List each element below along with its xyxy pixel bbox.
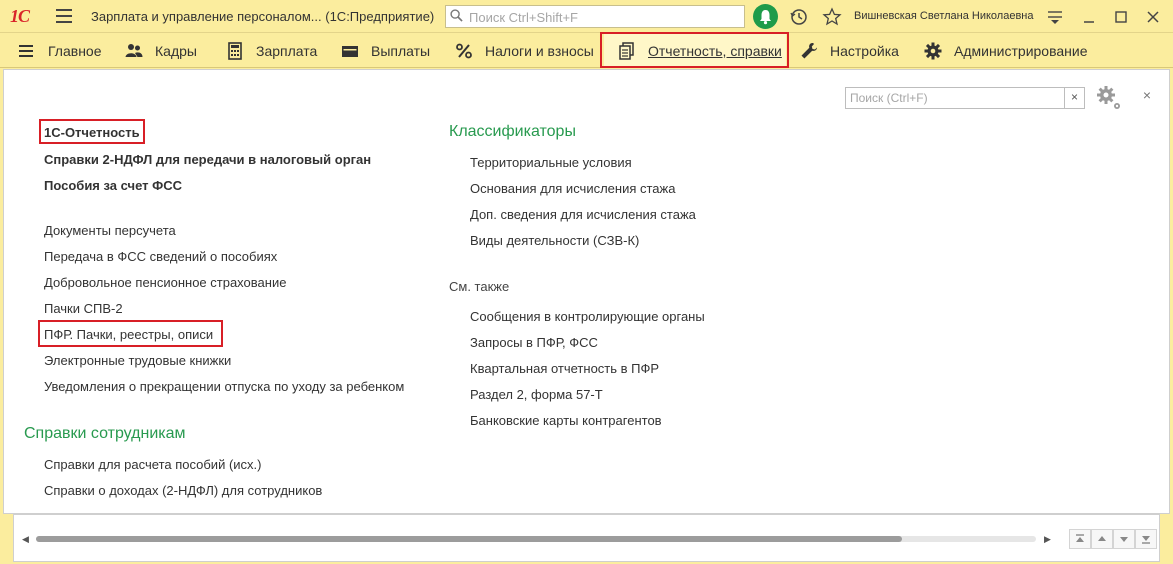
section-admin[interactable]: Администрирование: [924, 33, 1088, 68]
wrench-icon: [801, 42, 817, 58]
link-fss-benefits[interactable]: Пособия за счет ФСС: [44, 178, 182, 193]
nav-next-button[interactable]: [1113, 529, 1135, 549]
global-search-input[interactable]: Поиск Ctrl+Shift+F: [445, 5, 745, 28]
link-territorial-conditions[interactable]: Территориальные условия: [470, 155, 632, 170]
link-spv2-packs[interactable]: Пачки СПВ-2: [44, 301, 123, 316]
nav-prev-button[interactable]: [1091, 529, 1113, 549]
section-panel: Поиск (Ctrl+F) × × 1С-Отчетность Справки…: [3, 69, 1170, 514]
last-page-icon: [1142, 536, 1150, 544]
link-personnel-docs[interactable]: Документы персучета: [44, 223, 176, 238]
maximize-icon[interactable]: [1111, 7, 1131, 27]
link-seniority-extra[interactable]: Доп. сведения для исчисления стажа: [470, 207, 696, 222]
link-bank-cards[interactable]: Банковские карты контрагентов: [470, 413, 662, 428]
first-page-icon: [1076, 534, 1084, 542]
see-also-header: См. также: [449, 279, 510, 294]
close-panel-button[interactable]: ×: [1140, 88, 1154, 102]
link-leave-termination[interactable]: Уведомления о прекращении отпуска по ухо…: [44, 379, 404, 394]
main-menu-icon[interactable]: [56, 9, 72, 23]
horizontal-scrollbar-track[interactable]: [36, 536, 1036, 542]
link-seniority-grounds[interactable]: Основания для исчисления стажа: [470, 181, 675, 196]
global-search-placeholder: Поиск Ctrl+Shift+F: [469, 10, 578, 25]
window-settings-icon[interactable]: [1045, 7, 1065, 27]
link-benefit-refs[interactable]: Справки для расчета пособий (исх.): [44, 457, 261, 472]
nav-last-button[interactable]: [1135, 529, 1157, 549]
section-taxes[interactable]: Налоги и взносы: [455, 33, 594, 68]
people-icon: [125, 43, 143, 57]
link-1c-reporting[interactable]: 1С-Отчетность: [44, 125, 140, 140]
link-pfr-fss-requests[interactable]: Запросы в ПФР, ФСС: [470, 335, 598, 350]
sections-bar: Главное Кадры Зарплата Выплаты Налоги и …: [0, 33, 1173, 68]
app-logo: 1С: [10, 6, 30, 26]
section-label: Администрирование: [954, 42, 1088, 59]
prev-page-icon: [1098, 536, 1106, 541]
nav-first-button[interactable]: [1069, 529, 1091, 549]
section-hr[interactable]: Кадры: [125, 33, 197, 68]
link-quarterly-pfr[interactable]: Квартальная отчетность в ПФР: [470, 361, 659, 376]
link-pfr-packs[interactable]: ПФР. Пачки, реестры, описи: [44, 327, 213, 342]
section-main[interactable]: Главное: [18, 33, 102, 68]
section-label: Налоги и взносы: [485, 42, 594, 59]
user-name[interactable]: Вишневская Светлана Николаевна: [854, 10, 1034, 22]
percent-icon: [456, 43, 472, 58]
panel-search-placeholder: Поиск (Ctrl+F): [850, 91, 928, 105]
section-label: Кадры: [155, 42, 197, 59]
section-reports[interactable]: Отчетность, справки: [604, 33, 786, 68]
scroll-left-arrow-icon[interactable]: ◀: [22, 534, 32, 544]
section-label: Настройка: [830, 42, 899, 59]
section-settings[interactable]: Настройка: [800, 33, 899, 68]
link-2ndfl-tax[interactable]: Справки 2-НДФЛ для передачи в налоговый …: [44, 152, 371, 167]
employee-refs-header: Справки сотрудникам: [24, 425, 186, 442]
history-icon[interactable]: [789, 7, 809, 27]
gear-icon: [924, 42, 942, 59]
search-icon: [450, 9, 463, 22]
section-label: Зарплата: [256, 42, 318, 59]
classifiers-header: Классификаторы: [449, 123, 576, 140]
documents-icon: [619, 41, 634, 60]
minimize-icon[interactable]: [1079, 7, 1099, 27]
link-activity-types[interactable]: Виды деятельности (СЗВ-К): [470, 233, 639, 248]
link-messages-authorities[interactable]: Сообщения в контролирующие органы: [470, 309, 705, 324]
link-section2-57t[interactable]: Раздел 2, форма 57-Т: [470, 387, 603, 402]
section-label: Отчетность, справки: [648, 42, 782, 59]
clear-search-button[interactable]: ×: [1064, 88, 1084, 108]
calculator-icon: [228, 41, 242, 60]
horizontal-scrollbar-thumb[interactable]: [36, 536, 902, 542]
close-window-icon[interactable]: [1143, 7, 1163, 27]
section-label: Выплаты: [371, 42, 431, 59]
link-voluntary-pension[interactable]: Добровольное пенсионное страхование: [44, 275, 286, 290]
panel-search-input[interactable]: Поиск (Ctrl+F) ×: [845, 87, 1085, 109]
section-label: Главное: [48, 42, 102, 59]
window-title: Зарплата и управление персоналом... (1С:…: [91, 9, 435, 24]
title-bar: 1С Зарплата и управление персоналом... (…: [0, 0, 1173, 33]
bottom-area: ◀ ▶: [3, 514, 1170, 564]
favorites-star-icon[interactable]: [822, 7, 842, 27]
scroll-right-arrow-icon[interactable]: ▶: [1044, 534, 1054, 544]
link-fss-transfer[interactable]: Передача в ФСС сведений о пособиях: [44, 249, 277, 264]
link-income-refs[interactable]: Справки о доходах (2-НДФЛ) для сотрудник…: [44, 483, 322, 498]
menu-lines-icon: [19, 44, 33, 57]
section-salary[interactable]: Зарплата: [226, 33, 317, 68]
panel-settings-gear-icon[interactable]: [1096, 85, 1122, 111]
section-payments[interactable]: Выплаты: [341, 33, 430, 68]
next-page-icon: [1120, 537, 1128, 542]
notifications-bell-icon[interactable]: [753, 4, 778, 29]
wallet-icon: [342, 45, 358, 57]
link-electronic-workbooks[interactable]: Электронные трудовые книжки: [44, 353, 231, 368]
horizontal-scroll-area: ◀ ▶: [13, 514, 1160, 562]
